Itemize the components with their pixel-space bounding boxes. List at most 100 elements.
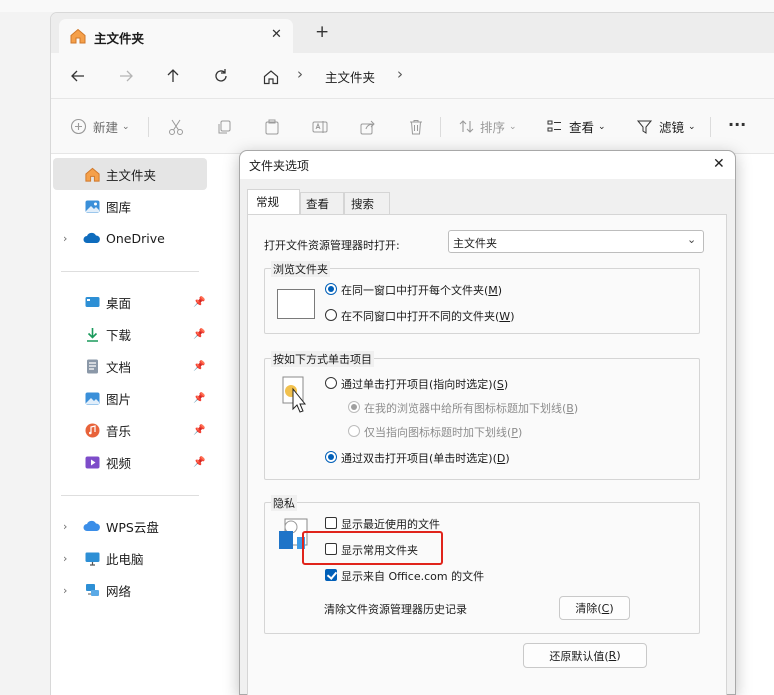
pin-icon[interactable]: 📌 [193,457,205,468]
delete-icon[interactable] [406,117,426,137]
radio-double-click[interactable] [325,451,337,463]
chevron-right-icon[interactable]: › [63,584,67,597]
wps-cloud-icon [83,517,101,535]
option-underline-hover[interactable]: 仅当指向图标标题时加下划线(P) [364,424,522,440]
option-same-window[interactable]: 在同一窗口中打开每个文件夹(M) [341,282,502,298]
up-arrow-icon[interactable] [162,65,184,87]
new-tab-icon[interactable]: + [315,22,329,42]
checkbox-show-recent[interactable] [325,517,337,529]
sidebar-item-this-pc[interactable]: › 此电脑 [53,542,207,574]
tab-general[interactable]: 常规 [247,189,300,215]
radio-underline-hover[interactable] [348,425,360,437]
pin-icon[interactable]: 📌 [193,425,205,436]
forward-arrow-icon[interactable] [115,65,137,87]
copy-icon[interactable] [214,117,234,137]
radio-new-window[interactable] [325,309,337,321]
share-icon[interactable] [358,117,378,137]
radio-single-click[interactable] [325,377,337,389]
option-show-frequent[interactable]: 显示常用文件夹 [341,542,418,558]
sort-button[interactable]: 排序 ⌄ [457,99,517,154]
sidebar-item-downloads[interactable]: 下载 📌 [53,318,207,350]
home-icon [69,27,87,45]
rename-icon[interactable] [310,117,330,137]
sidebar-item-label: 此电脑 [106,551,144,567]
sidebar-item-label: 音乐 [106,423,132,439]
sidebar-item-label: 文档 [106,359,132,375]
tab-page-general: 打开文件资源管理器时打开: 主文件夹 ⌄ 浏览文件夹 在同一窗口中打开每个文件夹… [247,214,727,695]
sidebar-item-documents[interactable]: 文档 📌 [53,350,207,382]
filter-label: 滤镜 [659,120,685,135]
sidebar-item-label: 桌面 [106,295,132,311]
sidebar-item-label: OneDrive [106,230,165,246]
close-tab-icon[interactable]: ✕ [271,27,282,42]
back-arrow-icon[interactable] [67,65,89,87]
pin-icon[interactable]: 📌 [193,393,205,404]
sidebar-item-wps-cloud[interactable]: › WPS云盘 [53,510,207,542]
option-show-recent[interactable]: 显示最近使用的文件 [341,516,440,532]
sidebar-item-network[interactable]: › 网络 [53,574,207,606]
folder-options-dialog: 文件夹选项 ✕ 常规 查看 搜索 打开文件资源管理器时打开: 主文件夹 ⌄ 浏览… [239,150,736,695]
toolbar-divider [148,117,149,137]
paste-icon[interactable] [262,117,282,137]
view-label: 查看 [569,120,595,135]
address-bar[interactable]: › 主文件夹 › [251,57,774,95]
browse-folders-group: 浏览文件夹 在同一窗口中打开每个文件夹(M) 在不同窗口中打开不同的文件夹(W) [264,261,700,334]
filter-button[interactable]: 滤镜 ⌄ [635,99,696,154]
close-icon[interactable]: ✕ [713,156,725,172]
new-button[interactable]: 新建 ⌄ [69,99,130,154]
option-show-office[interactable]: 显示来自 Office.com 的文件 [341,568,484,584]
chevron-right-icon[interactable]: › [63,552,67,565]
breadcrumb-current[interactable]: 主文件夹 [325,67,375,86]
command-toolbar: 新建 ⌄ 排序 ⌄ 查看 ⌄ 滤镜 ⌄ ··· [51,99,774,154]
chevron-right-icon[interactable]: › [63,520,67,533]
desktop-icon [83,293,101,311]
refresh-icon[interactable] [210,65,232,87]
home-icon [83,165,101,183]
more-options-icon[interactable]: ··· [728,115,746,134]
dialog-titlebar: 文件夹选项 ✕ [240,151,735,179]
pin-icon[interactable]: 📌 [193,297,205,308]
restore-defaults-button[interactable]: 还原默认值(R) [523,643,647,668]
tab-bar: 主文件夹 ✕ + [51,13,774,53]
home-outline-icon [261,67,281,87]
tab-home[interactable]: 主文件夹 ✕ [59,19,293,53]
cut-icon[interactable] [166,117,186,137]
sort-icon [457,118,475,136]
option-underline-all[interactable]: 在我的浏览器中给所有图标标题加下划线(B) [364,400,578,416]
tab-label: 查看 [306,197,329,211]
sidebar-item-home[interactable]: 主文件夹 [53,158,207,190]
option-single-click[interactable]: 通过单击打开项目(指向时选定)(S) [341,376,508,392]
click-cursor-illustration [279,375,309,415]
sidebar-item-pictures[interactable]: 图片 📌 [53,382,207,414]
sidebar-item-desktop[interactable]: 桌面 📌 [53,286,207,318]
chevron-down-icon: ⌄ [688,121,696,132]
sidebar-item-gallery[interactable]: 图库 [53,190,207,222]
option-double-click[interactable]: 通过双击打开项目(单击时选定)(D) [341,450,510,466]
new-label: 新建 [93,120,119,135]
radio-underline-all[interactable] [348,401,360,413]
breadcrumb-separator-end[interactable]: › [397,65,403,83]
checkbox-show-office[interactable] [325,569,337,581]
sidebar-item-label: 下载 [106,327,132,343]
radio-same-window[interactable] [325,283,337,295]
music-icon [83,421,101,439]
clear-button[interactable]: 清除(C) [559,596,630,620]
view-button[interactable]: 查看 ⌄ [545,99,606,154]
pin-icon[interactable]: 📌 [193,329,205,340]
toolbar-divider [440,117,441,137]
onedrive-icon [83,229,101,247]
open-explorer-select[interactable]: 主文件夹 ⌄ [448,230,704,253]
tab-search[interactable]: 搜索 [344,192,390,215]
group-legend: 隐私 [271,495,297,511]
checkbox-show-frequent[interactable] [325,543,337,555]
pin-icon[interactable]: 📌 [193,361,205,372]
option-new-window[interactable]: 在不同窗口中打开不同的文件夹(W) [341,308,514,324]
sidebar-item-music[interactable]: 音乐 📌 [53,414,207,446]
tab-view[interactable]: 查看 [300,192,344,215]
sidebar-item-onedrive[interactable]: › OneDrive [53,222,207,254]
this-pc-icon [83,549,101,567]
sidebar-item-videos[interactable]: 视频 📌 [53,446,207,478]
chevron-down-icon: ⌄ [509,121,517,132]
chevron-down-icon: ⌄ [598,121,606,132]
chevron-right-icon[interactable]: › [63,232,67,245]
